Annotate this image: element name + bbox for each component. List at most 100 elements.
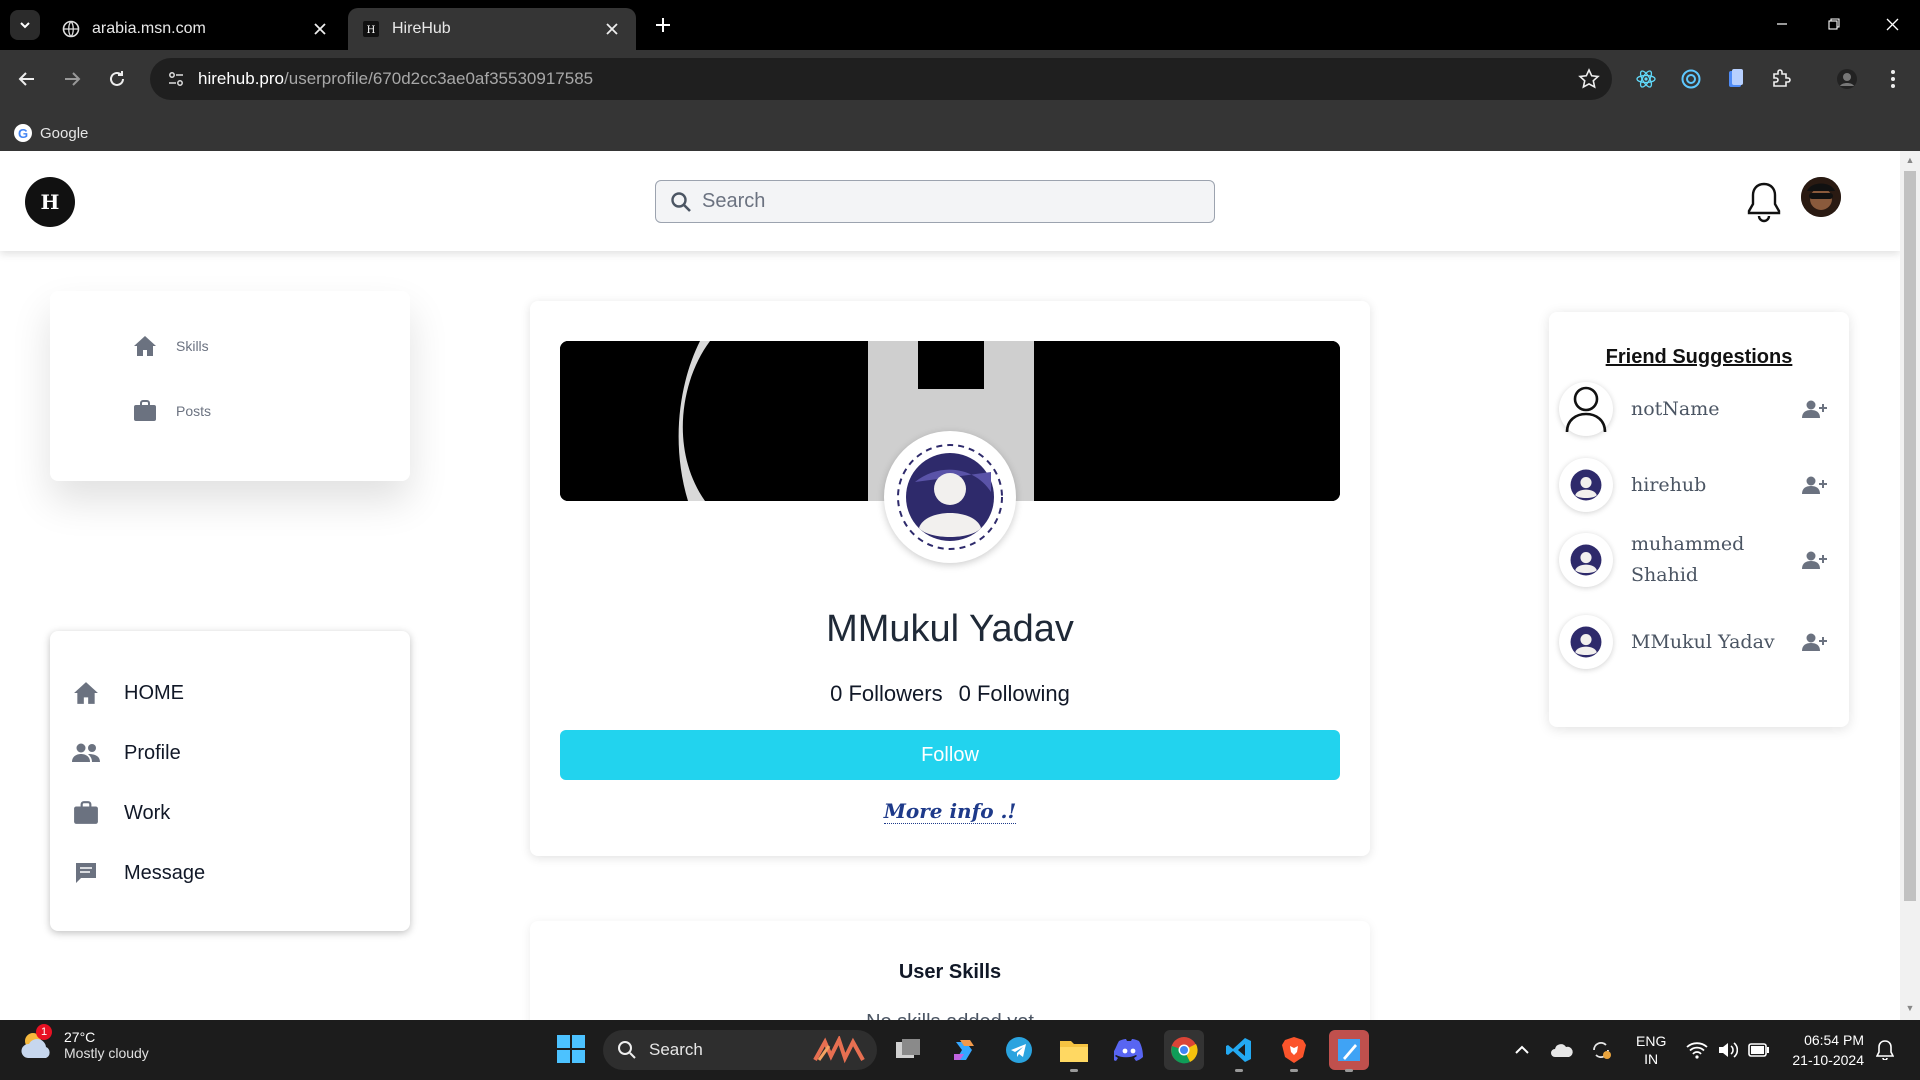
search-icon [618,1041,636,1059]
home-icon [72,679,100,707]
close-window-button[interactable] [1870,8,1914,40]
task-view-icon[interactable] [888,1030,928,1070]
taskbar-clock[interactable]: 06:54 PM 21-10-2024 [1774,1030,1864,1070]
friend-avatar[interactable] [1559,458,1613,512]
language-indicator[interactable]: ENG IN [1636,1020,1666,1080]
weather-widget[interactable]: 1 27°C Mostly cloudy [20,1024,149,1062]
add-friend-icon[interactable] [1801,395,1829,423]
shortcut-skills[interactable]: Skills [132,333,209,359]
search-input[interactable] [702,190,1182,213]
brave-icon[interactable] [1274,1030,1314,1072]
close-icon[interactable] [602,19,622,39]
user-outline-icon [1565,386,1607,433]
add-friend-icon[interactable] [1801,471,1829,499]
followers-count[interactable]: 0 Followers [830,681,942,706]
minimize-button[interactable] [1760,8,1804,40]
copilot-icon[interactable] [944,1030,984,1070]
browser-tab-hirehub[interactable]: H HireHub [348,8,636,50]
friend-avatar[interactable] [1559,615,1613,669]
logo-letter: H [40,190,60,214]
friend-name[interactable]: hirehub [1631,470,1791,501]
kebab-menu-icon[interactable] [1880,66,1906,92]
add-friend-icon[interactable] [1801,546,1829,574]
new-tab-button[interactable] [650,12,676,38]
friend-suggestion-item: hirehub [1559,458,1839,512]
search-icon [671,191,691,212]
page-scrollbar[interactable]: ▲ ▼ [1900,151,1920,1020]
region-code: IN [1644,1051,1659,1067]
restore-button[interactable] [1812,8,1856,40]
friend-avatar[interactable] [1559,533,1613,587]
windows-logo-icon [557,1035,585,1063]
star-icon[interactable] [1578,68,1600,90]
language-code: ENG [1636,1033,1667,1049]
nav-item-message[interactable]: Message [72,859,205,887]
scroll-down-icon[interactable]: ▼ [1905,1003,1915,1013]
bell-icon[interactable] [1746,181,1782,223]
friend-name[interactable]: muhammed Shahid [1631,529,1791,591]
bell-icon [1876,1040,1894,1060]
back-button[interactable] [10,62,44,96]
default-avatar-icon [897,444,1003,550]
close-icon[interactable] [310,19,330,39]
paint-app-icon[interactable] [1329,1030,1369,1072]
minimize-icon [1777,23,1787,25]
search-highlight-icon [813,1036,865,1064]
skills-title: User Skills [898,961,1002,983]
nav-item-profile[interactable]: Profile [72,739,181,767]
home-icon [132,333,158,359]
user-avatar[interactable] [1801,177,1841,217]
onedrive-icon[interactable] [1550,1020,1574,1080]
hirehub-logo[interactable]: H [25,177,75,227]
message-icon [72,859,100,887]
notifications-button[interactable] [1876,1020,1894,1080]
extensions-puzzle-icon[interactable] [1768,66,1794,92]
following-count[interactable]: 0 Following [959,681,1070,706]
weather-temperature: 27°C [64,1029,96,1045]
site-info-icon[interactable] [164,67,188,91]
scroll-up-icon[interactable]: ▲ [1905,155,1915,165]
friend-avatar[interactable] [1559,382,1613,436]
briefcase-icon [72,799,100,827]
show-hidden-icons-button[interactable] [1515,1020,1529,1080]
tab-title: HireHub [392,20,451,37]
wifi-icon [1686,1042,1708,1059]
default-avatar-icon [1570,626,1602,658]
sync-icon[interactable] [1590,1020,1612,1080]
add-friend-icon[interactable] [1801,628,1829,656]
browser-tab-msn[interactable]: arabia.msn.com [48,8,344,50]
reload-button[interactable] [100,62,134,96]
shortcut-posts[interactable]: Posts [132,398,211,424]
scrollbar-thumb[interactable] [1904,171,1916,901]
extension-target-icon[interactable] [1678,66,1704,92]
friend-name[interactable]: MMukul Yadav [1631,627,1791,658]
friend-suggestion-item: muhammed Shahid [1559,529,1839,591]
profile-icon[interactable] [1834,66,1860,92]
nav-item-work[interactable]: Work [72,799,170,827]
shortcut-label: Skills [176,338,209,354]
taskbar-search[interactable]: Search [603,1030,877,1070]
discord-icon[interactable] [1109,1030,1149,1070]
bookmark-google[interactable]: Google [40,125,88,142]
chrome-icon[interactable] [1164,1030,1204,1070]
vscode-icon[interactable] [1219,1030,1259,1072]
search-bar[interactable] [655,180,1215,223]
windows-start-button[interactable] [556,1034,586,1064]
follow-button[interactable]: Follow [560,730,1340,780]
friend-name[interactable]: notName [1631,394,1791,425]
nav-item-home[interactable]: HOME [72,679,184,707]
default-avatar-icon [1570,469,1602,501]
friend-suggestions-card: Friend Suggestions notName hirehub muham… [1549,312,1849,727]
forward-button[interactable] [55,62,89,96]
react-devtools-icon[interactable] [1633,66,1659,92]
url-path: /userprofile/670d2cc3ae0af35530917585 [284,69,594,88]
more-info-link[interactable]: More info .! [883,799,1017,824]
profile-card: MMukul Yadav 0 Followers 0 Following Foll… [530,301,1370,856]
quick-settings[interactable] [1686,1020,1770,1080]
telegram-icon[interactable] [999,1030,1039,1070]
file-explorer-icon[interactable] [1054,1030,1094,1072]
extension-files-icon[interactable] [1723,66,1749,92]
tab-search-button[interactable] [10,10,40,40]
address-bar[interactable]: hirehub.pro/userprofile/670d2cc3ae0af355… [150,58,1612,100]
profile-picture[interactable] [884,431,1016,563]
